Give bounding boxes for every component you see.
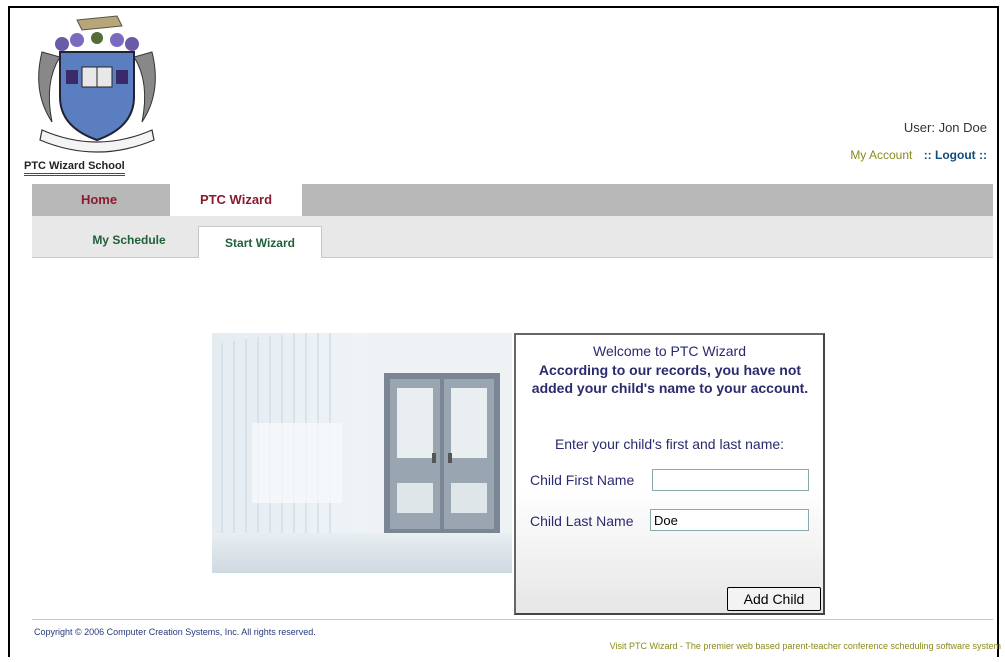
child-last-name-label: Child Last Name [530, 513, 634, 529]
content-area [32, 258, 993, 620]
logout-link[interactable]: :: Logout :: [924, 148, 987, 162]
child-last-name-input[interactable] [650, 509, 809, 531]
tab-home[interactable]: Home [32, 184, 166, 216]
hallway-image [212, 333, 512, 573]
child-first-name-input[interactable] [652, 469, 809, 491]
sub-nav: My Schedule Start Wizard [32, 216, 993, 258]
no-child-notice: According to our records, you have not a… [531, 362, 809, 396]
welcome-heading: Welcome to PTC Wizard [593, 343, 746, 359]
tab-ptc-wizard[interactable]: PTC Wizard [170, 184, 302, 217]
account-links: My Account :: Logout :: [850, 148, 987, 162]
main-nav: Home PTC Wizard [32, 184, 993, 217]
visit-ptc-wizard-link[interactable]: Visit PTC Wizard - The premier web based… [610, 641, 1001, 651]
subtab-start-wizard[interactable]: Start Wizard [198, 226, 322, 258]
school-crest-logo [38, 15, 156, 153]
add-child-button[interactable]: Add Child [727, 587, 821, 611]
user-label: User: Jon Doe [903, 120, 987, 135]
child-first-name-label: Child First Name [530, 472, 635, 488]
subtab-my-schedule[interactable]: My Schedule [64, 228, 194, 260]
copyright-text: Copyright © 2006 Computer Creation Syste… [34, 627, 316, 637]
wizard-panel: Welcome to PTC Wizard According to our r… [514, 333, 825, 615]
instruction-text: Enter your child's first and last name: [554, 436, 785, 452]
my-account-link[interactable]: My Account [850, 148, 912, 162]
school-name: PTC Wizard School [24, 160, 125, 176]
